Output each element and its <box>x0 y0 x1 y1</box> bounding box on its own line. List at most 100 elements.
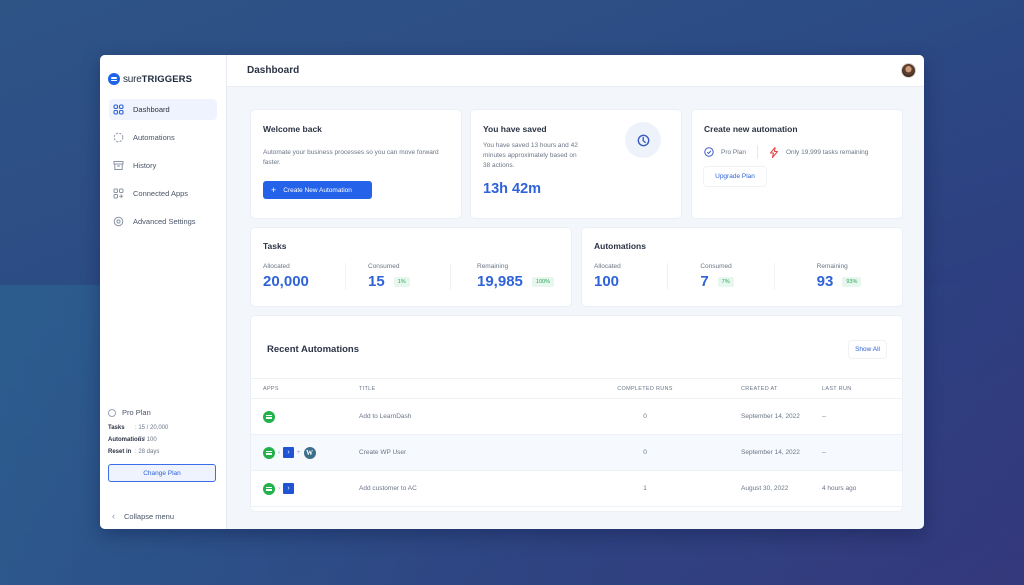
user-avatar[interactable] <box>901 63 916 78</box>
plan-name: Pro Plan <box>122 408 151 417</box>
created-at: September 14, 2022 <box>741 434 822 471</box>
stat-consumed: Consumed 15 1% <box>346 263 451 290</box>
table-header-row: APPS TITLE COMPLETED RUNS CREATED AT LAS… <box>251 378 902 399</box>
stat-label: Consumed <box>700 263 732 270</box>
show-all-button[interactable]: Show All <box>849 341 886 358</box>
sidebar: sure TRIGGERS Dashboard Automations Hist… <box>100 55 227 529</box>
tasks-stats-card: Tasks Allocated 20,000 Consumed 15 1% Rem… <box>251 228 571 306</box>
welcome-title: Welcome back <box>263 124 322 134</box>
change-plan-button[interactable]: Change Plan <box>108 464 216 482</box>
table-row[interactable]: › › Add customer to AC 1 August 30, 2022… <box>251 470 902 507</box>
plan-row-value: : 7 / 100 <box>135 437 157 443</box>
upgrade-plan-button[interactable]: Upgrade Plan <box>704 167 766 186</box>
table-row[interactable]: › › + W Create WP User 0 September 14, 2… <box>251 434 902 471</box>
grid-icon <box>113 104 124 115</box>
sidebar-item-label: Dashboard <box>133 105 170 114</box>
welcome-text: Automate your business processes so you … <box>263 149 439 166</box>
stat-value: 93 <box>816 273 834 290</box>
stat-allocated: Allocated 20,000 <box>263 263 346 290</box>
sidebar-item-label: Advanced Settings <box>133 217 196 226</box>
plan-row-automations: Automations : 7 / 100 <box>108 434 216 446</box>
chevron-right-icon: › <box>278 449 280 456</box>
archive-icon <box>113 160 124 171</box>
automation-title[interactable]: Add customer to AC <box>359 470 549 507</box>
table-row[interactable]: Add to LearnDash 0 September 14, 2022 -- <box>251 398 902 435</box>
automation-title[interactable]: Add to LearnDash <box>359 398 549 435</box>
wordpress-app-icon: W <box>303 446 316 459</box>
completed-runs: 0 <box>549 398 741 435</box>
sidebar-item-automations[interactable]: Automations <box>109 127 217 148</box>
sidebar-item-advanced-settings[interactable]: Advanced Settings <box>109 211 217 232</box>
column-header-last-run: LAST RUN <box>822 378 902 399</box>
stat-label: Allocated <box>263 263 290 270</box>
apps-icon <box>113 188 124 199</box>
stat-label: Remaining <box>816 263 848 270</box>
completed-runs: 1 <box>549 470 741 507</box>
tasks-remaining-text: Only 19,999 tasks remaining <box>785 148 869 156</box>
collapse-menu-button[interactable]: ‹ Collapse menu <box>112 511 174 521</box>
stat-percent-badge: 100% <box>531 276 554 287</box>
main-content: Dashboard Welcome back Automate your bus… <box>227 55 924 529</box>
plan-row-reset: Reset in : 28 days <box>108 446 216 458</box>
plan-name: Pro Plan <box>721 148 746 156</box>
completed-runs: 0 <box>549 434 741 471</box>
recent-automations-title: Recent Automations <box>267 343 360 355</box>
suretriggers-app-icon <box>263 446 275 459</box>
sidebar-item-connected-apps[interactable]: Connected Apps <box>109 183 217 204</box>
column-header-created-at: CREATED AT <box>741 378 822 399</box>
last-run: -- <box>822 398 902 435</box>
app-icons: › › <box>263 482 359 495</box>
suretriggers-app-icon <box>263 482 275 495</box>
stat-label: Remaining <box>477 263 509 270</box>
logo-text-sure: sure <box>123 73 142 85</box>
stat-value: 15 <box>368 273 385 290</box>
clock-icon <box>625 122 661 158</box>
created-at: August 30, 2022 <box>741 470 822 507</box>
time-saved-card: You have saved You have saved 13 hours a… <box>471 110 681 218</box>
app-icons <box>263 410 359 423</box>
column-header-title: TITLE <box>359 378 549 399</box>
suretriggers-app-icon <box>263 410 275 423</box>
create-new-automation-button[interactable]: + Create New Automation <box>263 181 372 199</box>
stat-remaining: Remaining 19,985 100% <box>451 263 559 290</box>
sidebar-item-dashboard[interactable]: Dashboard <box>109 99 217 120</box>
logo-text-triggers: TRIGGERS <box>141 73 193 85</box>
suretriggers-logo-icon <box>108 73 120 85</box>
stat-value: 7 <box>700 273 709 290</box>
column-header-completed-runs: COMPLETED RUNS <box>549 378 741 399</box>
stat-label: Allocated <box>594 263 621 270</box>
collapse-menu-label: Collapse menu <box>124 511 175 521</box>
chevron-left-icon: ‹ <box>112 511 115 521</box>
create-new-automation-label: Create New Automation <box>283 186 352 194</box>
automation-title[interactable]: Create WP User <box>359 434 549 471</box>
stat-value: 20,000 <box>263 273 309 290</box>
sidebar-item-label: History <box>133 161 157 170</box>
sidebar-item-history[interactable]: History <box>109 155 217 176</box>
tasks-title: Tasks <box>263 241 287 251</box>
plan-row-key: Tasks <box>108 425 125 431</box>
page-title: Dashboard <box>247 65 300 76</box>
recent-automations-table: APPS TITLE COMPLETED RUNS CREATED AT LAS… <box>251 378 902 507</box>
automations-stats-card: Automations Allocated 100 Consumed 7 7% R… <box>582 228 902 306</box>
logo[interactable]: sure TRIGGERS <box>100 55 226 91</box>
plan-status-icon <box>108 408 116 417</box>
sidebar-item-label: Automations <box>133 133 175 142</box>
stat-label: Consumed <box>368 263 400 270</box>
plan-title: Pro Plan <box>108 408 216 417</box>
automations-title: Automations <box>594 241 646 251</box>
top-bar: Dashboard <box>227 55 924 87</box>
stat-value: 19,985 <box>477 273 523 290</box>
lightning-icon <box>769 146 778 158</box>
column-header-apps: APPS <box>251 378 359 399</box>
stat-allocated: Allocated 100 <box>594 263 669 290</box>
create-automation-card: Create new automation Pro Plan Only 19,9… <box>692 110 902 218</box>
last-run: 4 hours ago <box>822 470 902 507</box>
time-saved-value: 13h 42m <box>483 181 542 197</box>
sidebar-nav: Dashboard Automations History Connected … <box>100 99 226 232</box>
plan-row-value: : 28 days <box>135 449 160 455</box>
plan-row-tasks: Tasks : 15 / 20,000 <box>108 422 216 434</box>
divider <box>756 145 758 159</box>
plan-summary: Pro Plan Tasks : 15 / 20,000 Automations… <box>108 408 216 482</box>
gear-icon <box>113 216 124 227</box>
check-circle-icon <box>704 147 714 157</box>
